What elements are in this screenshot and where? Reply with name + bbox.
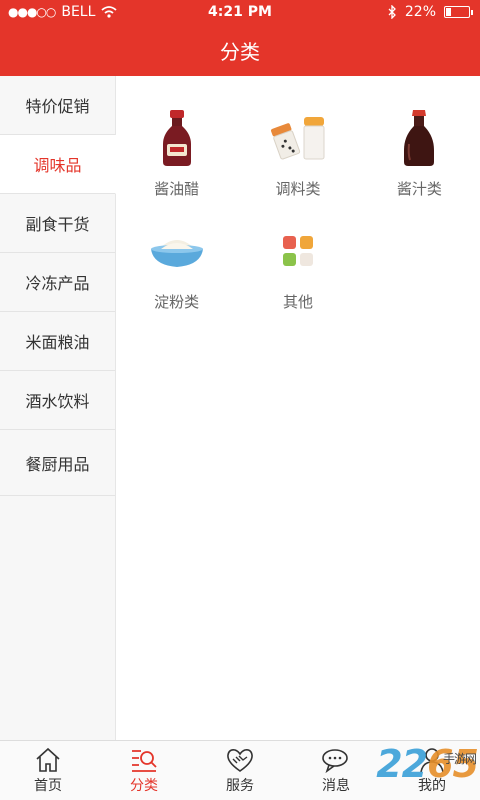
category-search-icon: [132, 750, 157, 772]
page-title: 分类: [220, 39, 260, 64]
category-content: 酱油醋 调料类 酱汁类 淀粉类 其他: [116, 76, 480, 740]
subcategory-label: 酱油醋: [154, 180, 200, 198]
starch-bowl-icon: [145, 219, 209, 283]
status-bar: ●●●○○ BELL 4:21 PM 22%: [0, 0, 480, 24]
sidebar-item-label: 酒水饮料: [25, 392, 90, 411]
sidebar-item-label: 冷冻产品: [25, 274, 90, 293]
handshake-icon: [227, 749, 253, 772]
sidebar-item-condiments[interactable]: 调味品: [0, 135, 116, 194]
subcategory-starch[interactable]: 淀粉类: [116, 219, 237, 312]
sidebar-item-dry-goods[interactable]: 副食干货: [0, 194, 115, 253]
subcategory-label: 酱汁类: [396, 180, 442, 198]
other-grid-icon: [266, 219, 330, 283]
spice-shakers-icon: [266, 106, 330, 170]
subcategory-grid: 酱油醋 调料类 酱汁类 淀粉类 其他: [116, 76, 480, 312]
chat-icon: [322, 749, 348, 774]
subcategory-label: 淀粉类: [154, 293, 200, 311]
tab-home[interactable]: 首页: [0, 741, 96, 800]
bluetooth-icon: [388, 5, 396, 19]
tab-label: 首页: [34, 778, 62, 794]
sidebar-item-frozen[interactable]: 冷冻产品: [0, 253, 115, 312]
soy-sauce-bottle-icon: [145, 106, 209, 170]
battery-percent: 22%: [404, 4, 436, 20]
tab-messages[interactable]: 消息: [288, 741, 384, 800]
sidebar-item-label: 副食干货: [25, 215, 90, 234]
home-icon: [36, 747, 60, 772]
battery-icon: [444, 6, 473, 18]
subcategory-label: 调料类: [275, 180, 321, 198]
tab-label: 消息: [322, 778, 350, 794]
tab-category[interactable]: 分类: [96, 741, 192, 800]
sidebar-item-specials[interactable]: 特价促销: [0, 76, 115, 135]
subcategory-label: 其他: [282, 293, 313, 311]
watermark-digits-a: 22: [376, 742, 428, 786]
sidebar-item-beverages[interactable]: 酒水饮料: [0, 371, 115, 430]
subcategory-soy-vinegar[interactable]: 酱油醋: [116, 106, 237, 199]
tab-service[interactable]: 服务: [192, 741, 288, 800]
sidebar-item-label: 调味品: [33, 156, 82, 175]
sidebar-item-grain-oil[interactable]: 米面粮油: [0, 312, 115, 371]
sidebar-item-kitchenware[interactable]: 餐厨用品: [0, 430, 115, 496]
category-sidebar: 特价促销 调味品 副食干货 冷冻产品 米面粮油 酒水饮料 餐厨用品: [0, 76, 116, 740]
tab-label: 分类: [130, 778, 158, 794]
sidebar-item-label: 米面粮油: [25, 333, 90, 352]
subcategory-other[interactable]: 其他: [237, 219, 358, 312]
watermark-sub: 手游网: [442, 752, 477, 766]
sidebar-item-label: 餐厨用品: [25, 454, 90, 474]
nav-bar: 分类: [0, 24, 480, 76]
site-watermark: 2265 手游网: [376, 742, 479, 786]
status-right: 22%: [387, 4, 473, 20]
tab-label: 服务: [226, 778, 254, 794]
subcategory-sauces[interactable]: 酱汁类: [359, 106, 480, 199]
sidebar-item-label: 特价促销: [25, 97, 90, 116]
subcategory-spices[interactable]: 调料类: [237, 106, 358, 199]
sauce-bottle-icon: [387, 106, 451, 170]
